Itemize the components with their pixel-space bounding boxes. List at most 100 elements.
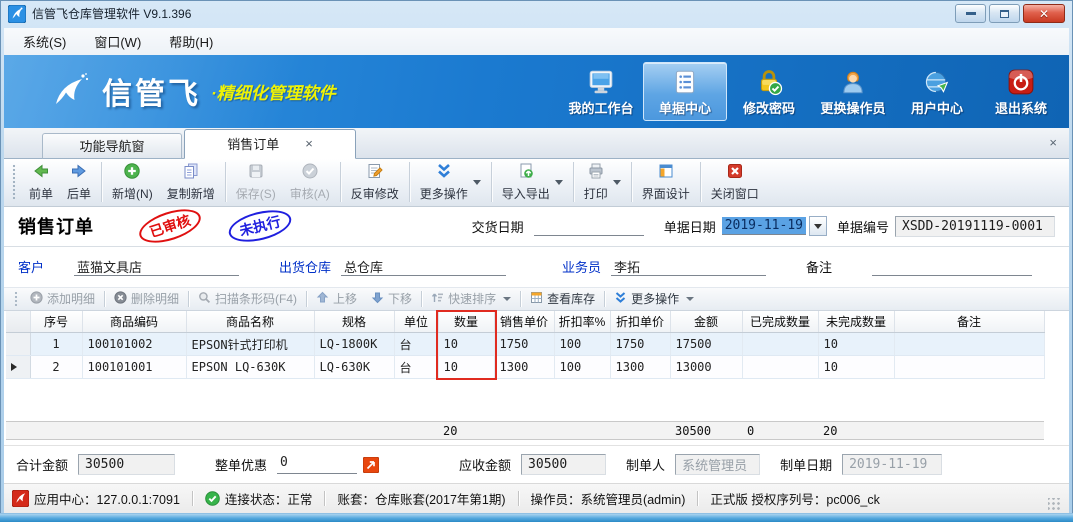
menu-help[interactable]: 帮助(H) [158, 29, 224, 54]
nav-change-password[interactable]: 修改密码 [727, 62, 811, 121]
cell-qty[interactable]: 10 [438, 333, 494, 356]
cell-name[interactable]: EPSON针式打印机 [186, 333, 314, 356]
col-discount-rate[interactable]: 折扣率% [554, 311, 610, 333]
cell-discount-rate[interactable]: 100 [554, 333, 610, 356]
delete-detail-button[interactable]: 删除明细 [107, 290, 186, 307]
maximize-button[interactable] [989, 4, 1020, 23]
cell-remark[interactable] [894, 333, 1044, 356]
delivery-date-field[interactable] [534, 217, 644, 236]
toolbar-separator [101, 162, 102, 202]
nav-change-operator[interactable]: 更换操作员 [811, 62, 895, 121]
cell-spec[interactable]: LQ-1800K [314, 333, 394, 356]
quick-sort-button[interactable]: 快速排序 [424, 290, 518, 307]
detail-more-operations-button[interactable]: 更多操作 [607, 290, 701, 307]
menu-window[interactable]: 窗口(W) [83, 29, 152, 54]
col-price[interactable]: 销售单价 [494, 311, 554, 333]
nav-document-center[interactable]: 单据中心 [643, 62, 727, 121]
discount-edit-icon[interactable] [363, 457, 379, 473]
cell-discount-rate[interactable]: 100 [554, 356, 610, 379]
audit-button[interactable]: 审核(A) [283, 160, 337, 204]
brand-logo-icon [46, 68, 92, 114]
grid-summary-row: 20 30500 0 20 [4, 421, 1069, 441]
minimize-button[interactable] [955, 4, 986, 23]
cell-seq[interactable]: 2 [30, 356, 82, 379]
table-row[interactable]: 2 100101001 EPSON LQ-630K LQ-630K 台 10 1… [6, 356, 1044, 379]
cell-seq[interactable]: 1 [30, 333, 82, 356]
doc-date-label: 单据日期 [664, 217, 716, 236]
nav-exit-system[interactable]: 退出系统 [979, 62, 1063, 121]
close-window-button[interactable]: 关闭窗口 [704, 160, 766, 204]
cell-amount[interactable]: 13000 [670, 356, 742, 379]
import-export-button[interactable]: 导入导出 [495, 160, 570, 204]
col-remark[interactable]: 备注 [894, 311, 1044, 333]
add-detail-button[interactable]: 添加明细 [23, 290, 102, 307]
scan-barcode-button[interactable]: 扫描条形码(F4) [191, 290, 304, 307]
detail-toolbar-grip[interactable] [14, 291, 19, 306]
prev-doc-button[interactable]: 前单 [22, 160, 60, 204]
customer-field[interactable]: 蓝猫文具店 [74, 257, 239, 276]
col-qty[interactable]: 数量 [438, 311, 494, 333]
tab-function-nav[interactable]: 功能导航窗 [42, 133, 182, 159]
view-stock-button[interactable]: 查看库存 [523, 290, 602, 307]
double-chevron-down-icon [614, 291, 627, 307]
row-selector-current[interactable] [6, 356, 30, 379]
status-separator [697, 491, 698, 506]
more-operations-button[interactable]: 更多操作 [413, 160, 488, 204]
copy-new-button[interactable]: 复制新增 [160, 160, 222, 204]
ui-design-button[interactable]: 界面设计 [635, 160, 697, 204]
close-button[interactable]: ✕ [1023, 4, 1065, 23]
col-seq[interactable]: 序号 [30, 311, 82, 333]
resize-grip[interactable] [1048, 498, 1061, 511]
cell-discount-price[interactable]: 1300 [610, 356, 670, 379]
print-button[interactable]: 打印 [577, 160, 628, 204]
cell-name[interactable]: EPSON LQ-630K [186, 356, 314, 379]
cell-discount-price[interactable]: 1750 [610, 333, 670, 356]
move-up-button[interactable]: 上移 [309, 290, 364, 307]
warehouse-field[interactable]: 总仓库 [341, 257, 506, 276]
cell-remark[interactable] [894, 356, 1044, 379]
doc-date-dropdown-button[interactable] [809, 216, 827, 236]
cell-amount[interactable]: 17500 [670, 333, 742, 356]
tab-close-icon[interactable]: × [305, 136, 313, 151]
move-down-button[interactable]: 下移 [364, 290, 419, 307]
toolbar-grip[interactable] [12, 164, 17, 200]
col-code[interactable]: 商品编码 [82, 311, 186, 333]
unaudit-edit-button[interactable]: 反审修改 [344, 160, 406, 204]
col-undone-qty[interactable]: 未完成数量 [818, 311, 894, 333]
col-name[interactable]: 商品名称 [186, 311, 314, 333]
nav-user-center[interactable]: 用户中心 [895, 62, 979, 121]
cell-undone-qty[interactable]: 10 [818, 356, 894, 379]
doc-date-field[interactable]: 2019-11-19 [722, 217, 806, 235]
cell-undone-qty[interactable]: 10 [818, 333, 894, 356]
next-doc-button[interactable]: 后单 [60, 160, 98, 204]
col-unit[interactable]: 单位 [394, 311, 438, 333]
cell-unit[interactable]: 台 [394, 333, 438, 356]
cell-unit[interactable]: 台 [394, 356, 438, 379]
menu-system[interactable]: 系统(S) [12, 29, 77, 54]
new-button[interactable]: 新增(N) [105, 160, 160, 204]
salesman-field[interactable]: 李拓 [611, 257, 766, 276]
cell-price[interactable]: 1300 [494, 356, 554, 379]
cell-code[interactable]: 100101002 [82, 333, 186, 356]
document-header: 销售订单 已审核 未执行 交货日期 单据日期 2019-11-19 单据编号 X… [4, 207, 1069, 247]
cell-done-qty[interactable] [742, 356, 818, 379]
table-row[interactable]: 1 100101002 EPSON针式打印机 LQ-1800K 台 10 175… [6, 333, 1044, 356]
order-discount-field[interactable]: 0 [277, 455, 357, 474]
toolbar-separator [491, 162, 492, 202]
cell-code[interactable]: 100101001 [82, 356, 186, 379]
tabstrip-close-icon[interactable]: × [1049, 135, 1057, 150]
cell-spec[interactable]: LQ-630K [314, 356, 394, 379]
nav-my-workbench[interactable]: 我的工作台 [559, 62, 643, 121]
col-done-qty[interactable]: 已完成数量 [742, 311, 818, 333]
col-amount[interactable]: 金额 [670, 311, 742, 333]
cell-qty[interactable]: 10 [438, 356, 494, 379]
tab-sales-order[interactable]: 销售订单 × [184, 129, 356, 159]
row-selector[interactable] [6, 333, 30, 356]
col-spec[interactable]: 规格 [314, 311, 394, 333]
save-button[interactable]: 保存(S) [229, 160, 283, 204]
col-discount-price[interactable]: 折扣单价 [610, 311, 670, 333]
cell-done-qty[interactable] [742, 333, 818, 356]
printer-icon [587, 162, 605, 183]
remark-field[interactable] [872, 257, 1032, 276]
cell-price[interactable]: 1750 [494, 333, 554, 356]
